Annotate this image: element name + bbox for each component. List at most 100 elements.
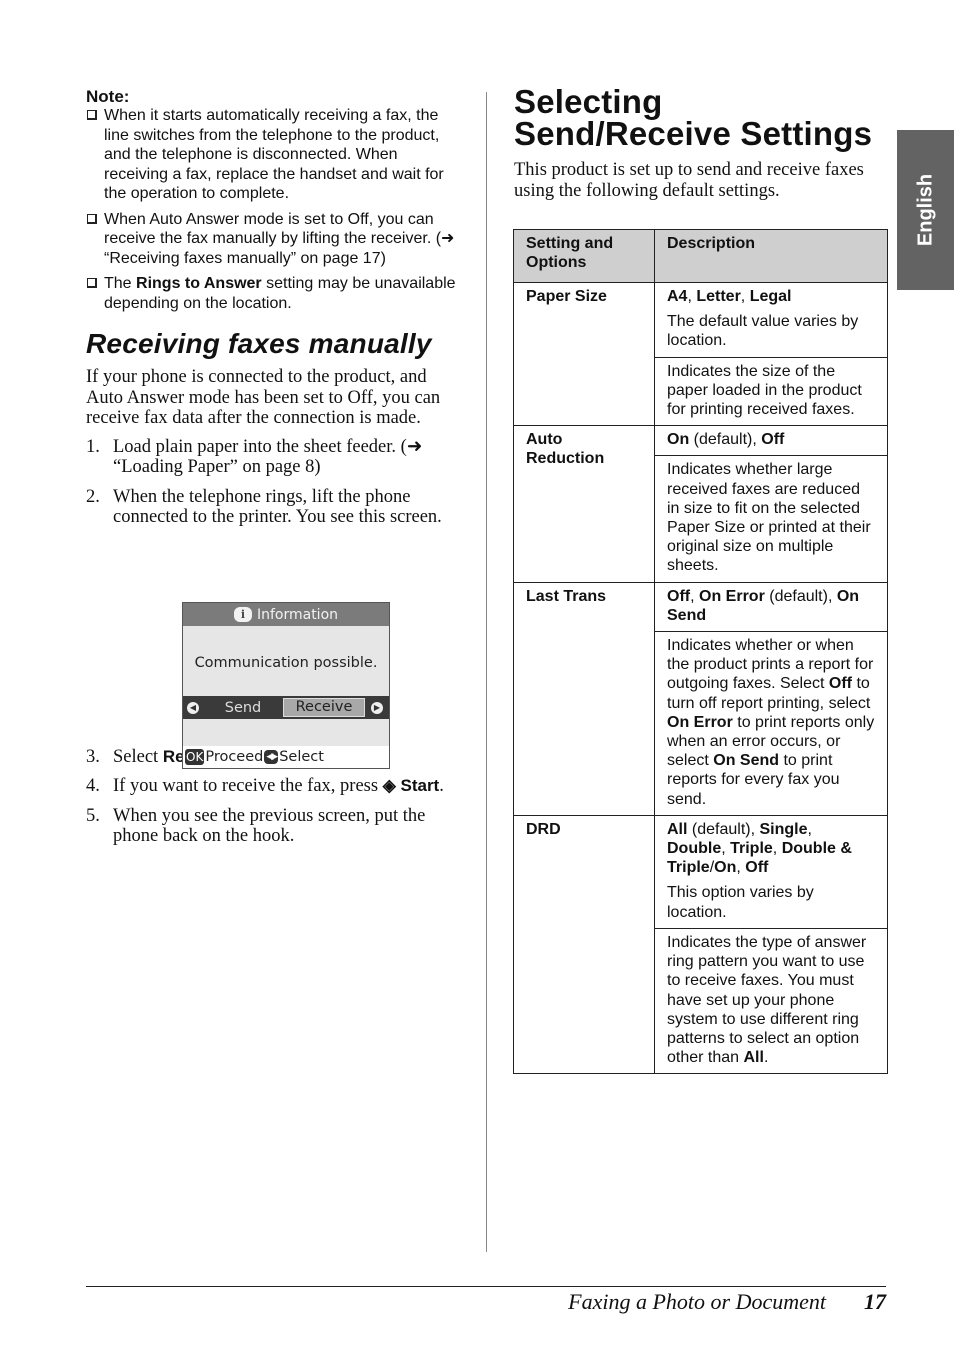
setting-description: Indicates the type of answer ring patter… bbox=[654, 927, 888, 1075]
step-text: If you want to receive the fax, press ◈ … bbox=[113, 776, 444, 796]
options-list: On (default), Off bbox=[667, 430, 875, 449]
table-row: Last Trans Off, On Error (default), On Se… bbox=[513, 581, 888, 816]
bold-term: Triple bbox=[730, 840, 773, 858]
text-run: (default), bbox=[764, 587, 837, 605]
text-run: . bbox=[763, 1049, 769, 1067]
bold-term: Letter bbox=[696, 288, 741, 305]
bold-term: On Error bbox=[699, 587, 765, 605]
options-note: The default value varies by location. bbox=[667, 313, 859, 350]
bold-term: Off bbox=[667, 587, 691, 605]
language-tab-label: English bbox=[914, 173, 936, 247]
text-run: (default), bbox=[689, 431, 762, 449]
text-run: , bbox=[740, 288, 750, 305]
bold-term: Double bbox=[667, 840, 722, 858]
right-arrow-icon: ▶ bbox=[371, 701, 383, 714]
text-run: When the telephone rings, lift the phone… bbox=[113, 486, 442, 528]
lcd-select-label: Select bbox=[279, 749, 324, 765]
bold-term: On bbox=[667, 431, 690, 449]
setting-options: Off, On Error (default), On Send bbox=[654, 581, 888, 633]
table-row: DRD All (default), Single, Double, Triple… bbox=[513, 814, 888, 1075]
column-divider bbox=[486, 92, 487, 1252]
left-right-buttons-icon: ◀▶ bbox=[264, 750, 279, 764]
text-run: Indicates whether large received faxes a… bbox=[667, 461, 871, 575]
options-list: All (default), Single, Double, Triple, D… bbox=[667, 820, 875, 878]
section-intro: If your phone is connected to the produc… bbox=[86, 367, 441, 428]
setting-name: Last Trans bbox=[513, 581, 655, 816]
lcd-screen-illustration: i Information Communication possible. ◀ … bbox=[182, 602, 390, 769]
note-title: Note: bbox=[86, 87, 130, 106]
lcd-option-send: Send bbox=[224, 699, 262, 716]
step-number: 5. bbox=[86, 805, 100, 826]
bold-term: Single bbox=[759, 820, 808, 838]
bold-term: ◈ Start bbox=[382, 776, 440, 795]
bold-term: Off bbox=[745, 859, 769, 877]
text-run: , bbox=[772, 840, 782, 858]
setting-options: A4, Letter, Legal The default value varie… bbox=[654, 282, 888, 358]
bold-term: On Error bbox=[667, 713, 733, 731]
table-body: Paper Size A4, Letter, Legal The default v… bbox=[513, 281, 888, 1075]
page-number: 17 bbox=[864, 1289, 886, 1314]
settings-intro: This product is set up to send and recei… bbox=[514, 160, 864, 201]
step-item: 2. When the telephone rings, lift the pho… bbox=[86, 487, 458, 528]
text-run: , bbox=[690, 587, 699, 605]
setting-description: Indicates whether or when the product pr… bbox=[654, 631, 888, 816]
left-arrow-icon: ◀ bbox=[187, 701, 199, 714]
bold-term: Off bbox=[828, 675, 852, 693]
text-run: When it starts automatically receiving a… bbox=[104, 107, 444, 202]
setting-options: All (default), Single, Double, Triple, D… bbox=[654, 814, 888, 929]
note-item: The Rings to Answer setting may be unava… bbox=[86, 274, 458, 313]
note-text: When it starts automatically receiving a… bbox=[104, 107, 444, 202]
lcd-proceed-label: Proceed bbox=[205, 749, 264, 765]
text-run: Indicates the size of the paper loaded i… bbox=[667, 362, 862, 419]
step-text: When you see the previous screen, put th… bbox=[113, 806, 425, 847]
bold-term: All bbox=[667, 820, 688, 838]
setting-description: Indicates whether large received faxes a… bbox=[654, 455, 888, 583]
checkbox-bullet-icon bbox=[87, 278, 97, 288]
text-run: , bbox=[687, 288, 697, 305]
lcd-title: Information bbox=[256, 606, 339, 623]
checkbox-bullet-icon bbox=[87, 110, 97, 120]
step-number: 3. bbox=[86, 746, 100, 767]
step-number: 2. bbox=[86, 486, 100, 507]
text-run: When Auto Answer mode is set to Off, you… bbox=[104, 210, 455, 267]
lcd-option-receive: Receive bbox=[283, 698, 365, 717]
lcd-footer: OK Proceed ◀▶ Select bbox=[183, 746, 389, 768]
note-list: When it starts automatically receiving a… bbox=[86, 106, 458, 313]
bold-term: Legal bbox=[749, 288, 792, 305]
bold-term: Rings to Answer bbox=[136, 275, 262, 292]
lcd-option-bar: ◀ Send Receive ▶ bbox=[183, 696, 389, 719]
settings-table: Setting and Options Description Paper Si… bbox=[513, 229, 888, 1075]
setting-name: Auto Reduction bbox=[513, 425, 655, 583]
bold-term: On Send bbox=[713, 752, 780, 770]
section-heading-settings: Selecting Send/Receive Settings bbox=[514, 83, 873, 152]
lcd-message: Communication possible. bbox=[194, 655, 378, 671]
step-item: 5. When you see the previous screen, put … bbox=[86, 806, 458, 847]
bold-term: On bbox=[714, 859, 737, 877]
step-item: 4. If you want to receive the fax, press … bbox=[86, 776, 458, 797]
options-list: Off, On Error (default), On Send bbox=[667, 587, 875, 625]
table-row: Paper Size A4, Letter, Legal The default v… bbox=[513, 281, 888, 427]
text-run: . bbox=[439, 776, 444, 796]
text-run: Select bbox=[113, 746, 163, 767]
table-header-row: Setting and Options Description bbox=[513, 229, 888, 283]
bold-term: A4 bbox=[667, 288, 688, 305]
text-run: Indicates the type of answer ring patter… bbox=[667, 933, 867, 1067]
ok-button-icon: OK bbox=[185, 749, 205, 765]
footer-rule bbox=[86, 1286, 886, 1287]
step-item: 1. Load plain paper into the sheet feeder… bbox=[86, 437, 458, 478]
section-heading-receiving: Receiving faxes manually bbox=[86, 328, 432, 359]
step-text: Load plain paper into the sheet feeder. … bbox=[113, 437, 422, 478]
steps-list-a: 1. Load plain paper into the sheet feeder… bbox=[86, 437, 458, 528]
step-number: 4. bbox=[86, 776, 100, 796]
text-run: , bbox=[736, 859, 746, 877]
text-run: , bbox=[721, 840, 731, 858]
lcd-title-bar: i Information bbox=[183, 603, 389, 626]
language-tab: English bbox=[897, 130, 954, 290]
footer-section-title: Faxing a Photo or Document bbox=[568, 1289, 826, 1314]
text-run: The bbox=[104, 275, 137, 292]
step-number: 1. bbox=[86, 436, 100, 457]
bold-term: All bbox=[743, 1049, 764, 1067]
step-text: When the telephone rings, lift the phone… bbox=[113, 487, 442, 528]
text-run: When you see the previous screen, put th… bbox=[113, 805, 426, 847]
text-run: Load plain paper into the sheet feeder. … bbox=[113, 436, 423, 478]
